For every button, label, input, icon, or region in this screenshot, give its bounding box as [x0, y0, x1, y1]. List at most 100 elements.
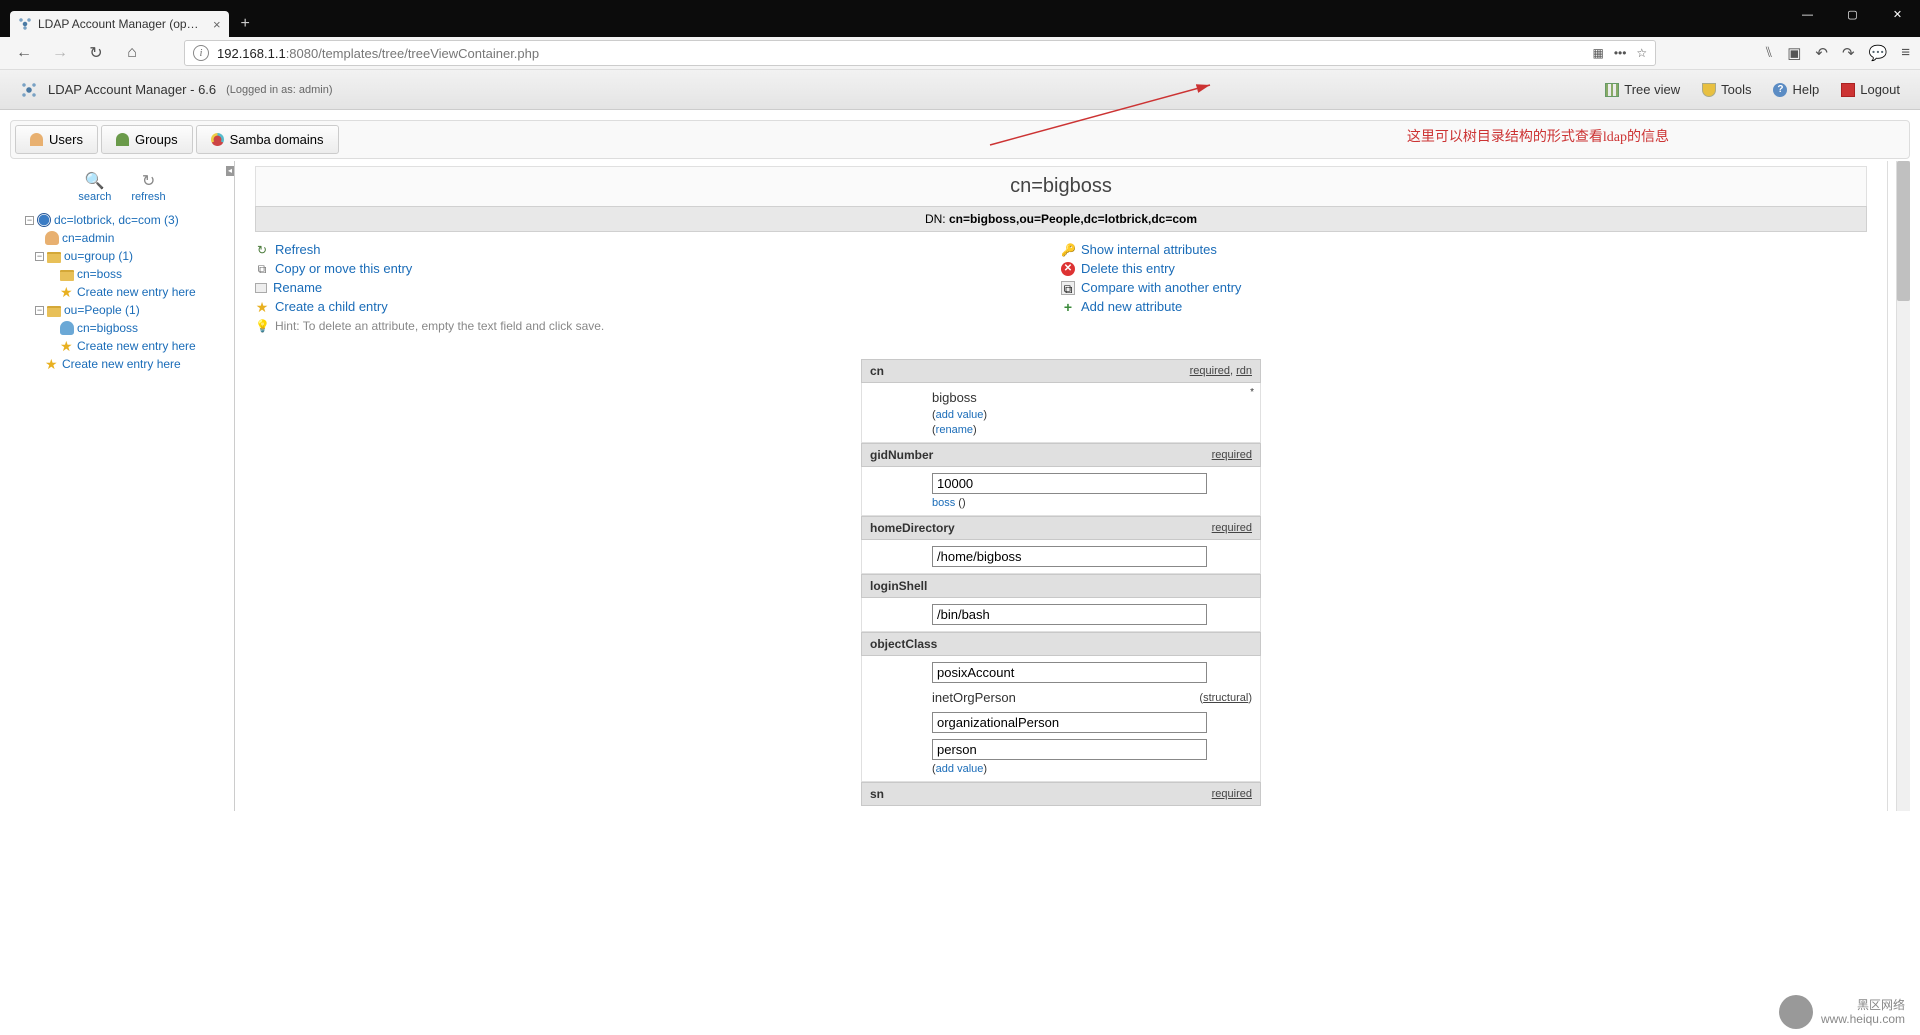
action-copy[interactable]: Copy or move this entry — [275, 261, 412, 276]
tab-groups[interactable]: Groups — [101, 125, 193, 154]
info-icon[interactable]: i — [193, 45, 209, 61]
tree-create-1[interactable]: Create new entry here — [77, 283, 196, 301]
undo-icon[interactable]: ↶ — [1815, 44, 1828, 62]
globe-icon — [37, 213, 51, 227]
nav-tree-view[interactable]: Tree view — [1605, 82, 1680, 97]
watermark-icon — [1779, 995, 1813, 1029]
tree-refresh[interactable]: ↻refresh — [131, 171, 165, 203]
action-add-attr[interactable]: Add new attribute — [1081, 299, 1182, 314]
help-icon: ? — [1773, 83, 1787, 97]
url-text: 192.168.1.1:8080/templates/tree/treeView… — [217, 46, 539, 61]
homedir-input[interactable] — [932, 546, 1207, 567]
tree-create-2[interactable]: Create new entry here — [77, 337, 196, 355]
samba-icon — [211, 133, 224, 146]
folder-icon — [47, 306, 61, 317]
tree-bigboss[interactable]: cn=bigboss — [77, 319, 138, 337]
star-icon: ★ — [60, 285, 74, 299]
toggle-icon[interactable]: − — [25, 216, 34, 225]
link-add-value[interactable]: add value — [936, 409, 984, 421]
copy-icon: ⧉ — [255, 262, 269, 276]
sidebar-icon[interactable]: ▣ — [1787, 44, 1801, 62]
toggle-icon[interactable]: − — [35, 306, 44, 315]
oc-input-3[interactable] — [932, 712, 1207, 733]
loginshell-input[interactable] — [932, 604, 1207, 625]
flag-required[interactable]: required — [1212, 522, 1252, 534]
lam-logo-icon — [20, 81, 38, 99]
app-title: LDAP Account Manager - 6.6 — [48, 82, 216, 97]
library-icon[interactable]: ⑊ — [1764, 44, 1773, 62]
oc-input-4[interactable] — [932, 739, 1207, 760]
toggle-icon[interactable]: − — [35, 252, 44, 261]
nav-help[interactable]: ?Help — [1773, 82, 1819, 97]
oc-value-2: inetOrgPerson — [932, 690, 1016, 705]
tree-search[interactable]: 🔍search — [78, 171, 111, 203]
action-compare[interactable]: Compare with another entry — [1081, 280, 1241, 295]
nav-logout[interactable]: Logout — [1841, 82, 1900, 97]
compare-icon: ⧉ — [1061, 281, 1075, 295]
action-create-child[interactable]: Create a child entry — [275, 299, 388, 314]
tab-close-icon[interactable]: × — [213, 17, 221, 32]
add-icon: + — [1061, 300, 1075, 314]
dn-row: DN: cn=bigboss,ou=People,dc=lotbrick,dc=… — [255, 206, 1867, 232]
tree-admin[interactable]: cn=admin — [62, 229, 114, 247]
new-tab-button[interactable]: + — [229, 11, 262, 37]
link-rename[interactable]: rename — [936, 424, 973, 436]
refresh-icon: ↻ — [255, 243, 269, 257]
flag-required[interactable]: required — [1212, 449, 1252, 461]
tree-create-3[interactable]: Create new entry here — [62, 355, 181, 373]
qr-icon[interactable]: ▦ — [1592, 46, 1603, 60]
user-icon — [30, 133, 43, 146]
key-icon: 🔑 — [1061, 243, 1075, 257]
tools-icon — [1702, 83, 1716, 97]
collapse-handle[interactable]: ◂ — [226, 166, 234, 176]
folder-icon — [47, 252, 61, 263]
window-minimize[interactable]: — — [1785, 0, 1830, 29]
scroll-thumb[interactable] — [1897, 161, 1910, 301]
flag-rdn[interactable]: rdn — [1236, 365, 1252, 377]
back-button[interactable]: ← — [10, 39, 38, 67]
action-delete[interactable]: Delete this entry — [1081, 261, 1175, 276]
home-button[interactable]: ⌂ — [118, 39, 146, 67]
action-show-internal[interactable]: Show internal attributes — [1081, 242, 1217, 257]
link-add-value[interactable]: add value — [936, 763, 984, 775]
flag-required[interactable]: required — [1212, 788, 1252, 800]
bookmark-icon[interactable]: ☆ — [1636, 46, 1647, 60]
flag-required[interactable]: required — [1190, 365, 1230, 377]
tree-people[interactable]: ou=People (1) — [64, 301, 140, 319]
url-bar[interactable]: i 192.168.1.1:8080/templates/tree/treeVi… — [184, 40, 1656, 66]
attr-name-oc: objectClass — [870, 637, 937, 651]
tab-title: LDAP Account Manager (op… — [38, 17, 199, 31]
flag-structural[interactable]: structural — [1203, 692, 1248, 704]
nav-tools[interactable]: Tools — [1702, 82, 1751, 97]
scrollbar[interactable] — [1896, 161, 1910, 811]
forward-button[interactable]: → — [46, 39, 74, 67]
favicon-icon — [18, 17, 32, 31]
action-refresh[interactable]: Refresh — [275, 242, 321, 257]
action-rename[interactable]: Rename — [273, 280, 322, 295]
login-info: (Logged in as: admin) — [226, 84, 332, 96]
logout-icon — [1841, 83, 1855, 97]
attr-name-shell: loginShell — [870, 579, 927, 593]
tree-root[interactable]: dc=lotbrick, dc=com (3) — [54, 211, 179, 229]
gidnumber-input[interactable] — [932, 473, 1207, 494]
oc-input-1[interactable] — [932, 662, 1207, 683]
meatball-icon[interactable]: ••• — [1614, 46, 1627, 60]
entry-title: cn=bigboss — [255, 166, 1867, 206]
tab-samba[interactable]: Samba domains — [196, 125, 339, 154]
menu-icon[interactable]: ≡ — [1901, 44, 1910, 62]
user-icon — [45, 231, 59, 245]
chat-icon[interactable]: 💬 — [1869, 44, 1888, 62]
tab-users[interactable]: Users — [15, 125, 98, 154]
group-icon — [116, 133, 129, 146]
tree-boss[interactable]: cn=boss — [77, 265, 122, 283]
reload-button[interactable]: ↻ — [82, 39, 110, 67]
bulb-icon: 💡 — [255, 319, 270, 333]
star-icon: ★ — [255, 300, 269, 314]
redo-icon[interactable]: ↷ — [1842, 44, 1855, 62]
window-maximize[interactable]: ▢ — [1830, 0, 1875, 29]
link-boss[interactable]: boss — [932, 497, 955, 509]
window-close[interactable]: ✕ — [1875, 0, 1920, 29]
attr-name-home: homeDirectory — [870, 521, 955, 535]
tree-group[interactable]: ou=group (1) — [64, 247, 133, 265]
browser-tab[interactable]: LDAP Account Manager (op… × — [10, 11, 229, 37]
